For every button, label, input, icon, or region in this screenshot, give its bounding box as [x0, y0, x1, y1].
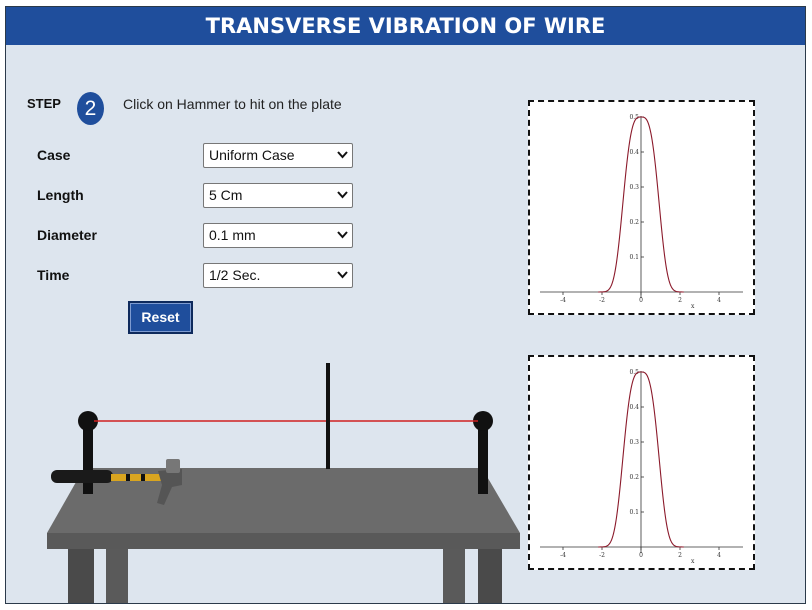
diameter-select-value: 0.1 mm: [209, 227, 256, 243]
y-tick-label: 0.4: [629, 404, 639, 411]
x-tick-label: 4: [717, 297, 721, 304]
time-select-value: 1/2 Sec.: [209, 267, 261, 283]
case-label: Case: [37, 147, 71, 163]
y-tick-label: 0.4: [629, 149, 639, 156]
x-tick-label: 0: [639, 552, 643, 559]
x-tick-label: 2: [678, 552, 682, 559]
x-tick-label: -4: [560, 297, 566, 304]
apparatus-scene: [47, 363, 520, 603]
length-label: Length: [37, 187, 84, 203]
time-select[interactable]: 1/2 Sec.: [203, 263, 353, 288]
table-leg: [106, 547, 128, 603]
case-select[interactable]: Uniform Case: [203, 143, 353, 168]
time-label: Time: [37, 267, 70, 283]
wave-plot: -4 -2 0 2 4x0.10.20.30.40.5: [540, 114, 743, 310]
step-number-badge: 2: [77, 92, 104, 125]
diameter-label: Diameter: [37, 227, 97, 243]
table-leg: [478, 547, 502, 603]
page-title: TRANSVERSE VIBRATION OF WIRE: [6, 7, 805, 45]
x-tick-label: 4: [717, 552, 721, 559]
chevron-down-icon: [337, 151, 348, 159]
length-select-value: 5 Cm: [209, 187, 243, 203]
length-select[interactable]: 5 Cm: [203, 183, 353, 208]
chevron-down-icon: [337, 231, 348, 239]
case-select-value: Uniform Case: [209, 147, 295, 163]
app-frame: TRANSVERSE VIBRATION OF WIRE STEP 2 Clic…: [5, 6, 806, 604]
x-tick-label: -2: [599, 297, 605, 304]
y-tick-label: 0.2: [629, 474, 639, 481]
y-tick-label: 0.1: [629, 509, 639, 516]
table-leg: [68, 547, 94, 603]
diameter-select[interactable]: 0.1 mm: [203, 223, 353, 248]
wave-graph-top: -4 -2 0 2 4 x 0.1 0.2 0.3 0.4 0.5: [528, 100, 755, 315]
wave-plot: -4 -2 0 2 4x0.10.20.30.40.5: [540, 369, 743, 565]
y-tick-label: 0.2: [629, 219, 639, 226]
wave-graph-bottom: -4 -2 0 2 4 x 0.1 0.2 0.3 0.4 0.5: [528, 355, 755, 570]
step-label: STEP: [27, 96, 61, 111]
table-edge: [47, 533, 520, 549]
chevron-down-icon: [337, 191, 348, 199]
x-tick-label: 2: [678, 297, 682, 304]
reset-button[interactable]: Reset: [128, 301, 193, 334]
table-leg: [443, 547, 465, 603]
step-instruction: Click on Hammer to hit on the plate: [123, 96, 342, 112]
y-tick-label: 0.1: [629, 254, 639, 261]
chevron-down-icon: [337, 271, 348, 279]
x-axis-label: x: [691, 558, 695, 565]
y-tick-label: 0.3: [629, 184, 639, 191]
x-tick-label: -4: [560, 552, 566, 559]
y-tick-label: 0.3: [629, 439, 639, 446]
x-axis-label: x: [691, 303, 695, 310]
x-tick-label: 0: [639, 297, 643, 304]
vibrating-rod: [326, 363, 330, 469]
x-tick-label: -2: [599, 552, 605, 559]
